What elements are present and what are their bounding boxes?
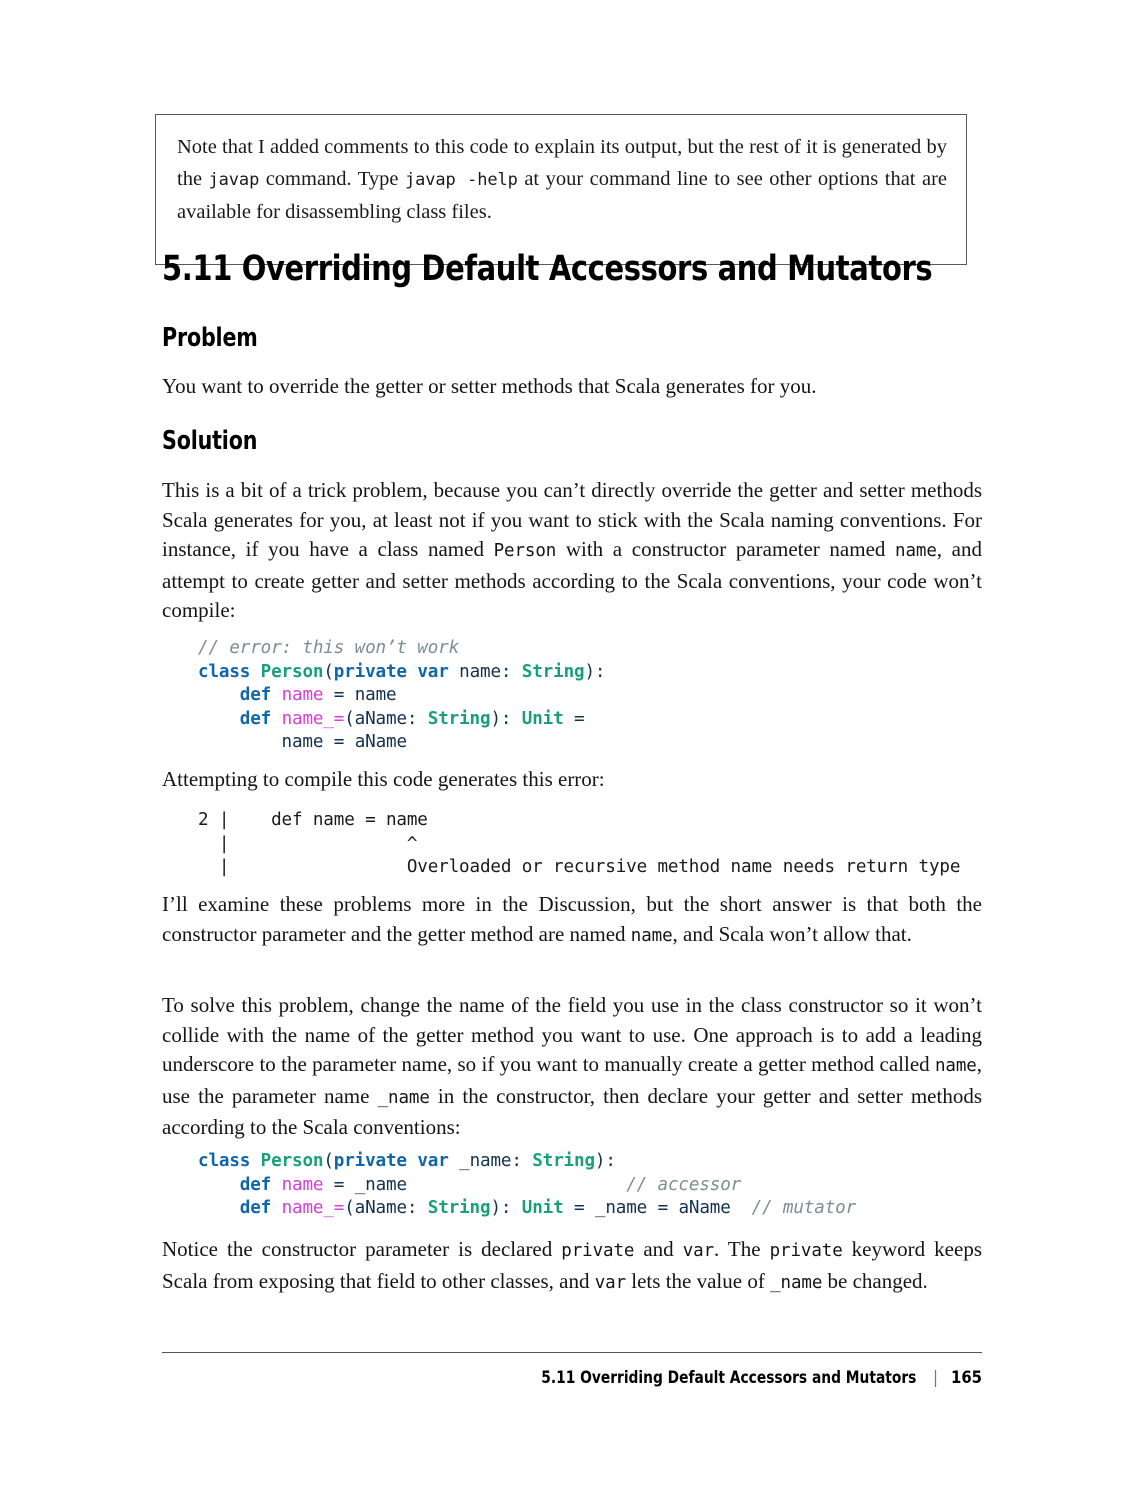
- code1-kw-class: class: [198, 661, 251, 682]
- sp3-code-name: name: [630, 925, 673, 946]
- code2-kw-def-1: def: [239, 1174, 272, 1195]
- code2-type-person: Person: [260, 1151, 324, 1171]
- sp1-b: with a constructor parameter named: [556, 537, 896, 561]
- document-page: Note that I added comments to this code …: [0, 0, 1142, 1500]
- sp5-code-var-2: var: [594, 1272, 627, 1293]
- code1-kw-var: var: [417, 661, 449, 682]
- code2-method-name-setter: name_=: [281, 1198, 345, 1219]
- code2-type-unit: Unit: [521, 1198, 564, 1219]
- sp5-f: be changed.: [822, 1268, 928, 1293]
- code2-param-aname: aName: [354, 1198, 407, 1219]
- sp5-b: and: [634, 1237, 683, 1261]
- code2-ref-uname-2: _name: [594, 1198, 648, 1219]
- code-block-scala-solution: class Person(private var _name: String):…: [198, 1151, 857, 1219]
- sp4-code-name: name: [935, 1056, 977, 1076]
- problem-heading: Problem: [162, 323, 258, 353]
- solution-heading: Solution: [162, 426, 258, 456]
- code1-param-name: name: [459, 661, 501, 682]
- code1-kw-def-2: def: [239, 708, 272, 729]
- sp5-a: Notice the constructor parameter is decl…: [162, 1237, 562, 1261]
- sp5-e: lets the value of: [626, 1268, 771, 1293]
- footer-section-title: 5.11 Overriding Default Accessors and Mu…: [540, 1367, 916, 1387]
- sp5-code-underscore-name: _name: [770, 1272, 823, 1293]
- code2-method-name: name: [281, 1174, 324, 1195]
- code-block-scala-error-example: // error: this won’t work class Person(p…: [198, 638, 606, 753]
- code2-type-string-1: String: [532, 1151, 595, 1171]
- solution-paragraph-5: Notice the constructor parameter is decl…: [162, 1235, 982, 1298]
- code1-ref-name-1: name: [354, 685, 397, 706]
- code2-comment-accessor: // accessor: [626, 1174, 742, 1195]
- problem-paragraph: You want to override the getter or sette…: [162, 374, 817, 398]
- code1-comment-line: // error: this won’t work: [198, 638, 460, 658]
- footer-separator: |: [932, 1367, 938, 1387]
- note-code-javap-help: javap -help: [404, 170, 518, 190]
- sp1-code-person: Person: [493, 541, 557, 561]
- code2-kw-class: class: [198, 1151, 251, 1171]
- error-line-2: | ^: [198, 833, 418, 854]
- solution-paragraph-4: To solve this problem, change the name o…: [162, 991, 982, 1143]
- code1-type-unit: Unit: [521, 708, 564, 729]
- error-line-3: | Overloaded or recursive method name ne…: [198, 857, 961, 878]
- code2-param-uname: _name: [459, 1151, 512, 1171]
- footer-page-number: 165: [951, 1367, 982, 1387]
- code1-type-string-2: String: [427, 708, 491, 729]
- code2-kw-private: private: [333, 1151, 407, 1171]
- code2-kw-var: var: [417, 1151, 449, 1171]
- code2-ref-aname: aName: [678, 1198, 731, 1219]
- compiler-error-output: 2 | def name = name | ^ | Overloaded or …: [198, 809, 960, 880]
- section-title: 5.11 Overriding Default Accessors and Mu…: [162, 249, 933, 289]
- sp4-a: To solve this problem, change the name o…: [162, 993, 982, 1076]
- solution-paragraph-1: This is a bit of a trick problem, becaus…: [162, 476, 982, 626]
- code1-kw-def-1: def: [239, 685, 272, 706]
- code1-method-name-1: name: [281, 685, 324, 706]
- code1-ref-aname: aName: [354, 732, 407, 753]
- sp4-code-underscore-name: _name: [377, 1087, 430, 1108]
- footer-divider: [162, 1352, 982, 1353]
- sp5-code-private-1: private: [561, 1241, 635, 1261]
- code1-type-person: Person: [260, 661, 324, 682]
- error-line-1: 2 | def name = name: [198, 810, 428, 830]
- note-text: Note that I added comments to this code …: [177, 131, 947, 228]
- code1-method-name-setter: name_=: [281, 708, 345, 729]
- solution-paragraph-2: Attempting to compile this code generate…: [162, 767, 605, 791]
- code1-param-aname: aName: [354, 708, 407, 729]
- code1-type-string-1: String: [521, 661, 585, 682]
- sp3-b: , and Scala won’t allow that.: [672, 921, 912, 946]
- note-callout-box: Note that I added comments to this code …: [155, 114, 967, 265]
- page-footer: 5.11 Overriding Default Accessors and Mu…: [162, 1362, 982, 1392]
- sp5-c: . The: [714, 1237, 770, 1261]
- code2-type-string-2: String: [427, 1198, 491, 1219]
- sp5-code-var-1: var: [682, 1241, 715, 1261]
- code2-kw-def-2: def: [239, 1198, 272, 1219]
- code1-kw-private: private: [333, 661, 407, 682]
- note-code-javap: javap: [208, 170, 260, 190]
- note-text-part2: command. Type: [259, 168, 405, 190]
- code2-comment-mutator: // mutator: [751, 1198, 857, 1219]
- sp1-code-name: name: [895, 541, 937, 561]
- code1-ref-name-2: name: [281, 732, 324, 753]
- solution-paragraph-3: I’ll examine these problems more in the …: [162, 890, 982, 951]
- code2-ref-uname-1: _name: [354, 1174, 407, 1195]
- sp5-code-private-2: private: [769, 1241, 843, 1261]
